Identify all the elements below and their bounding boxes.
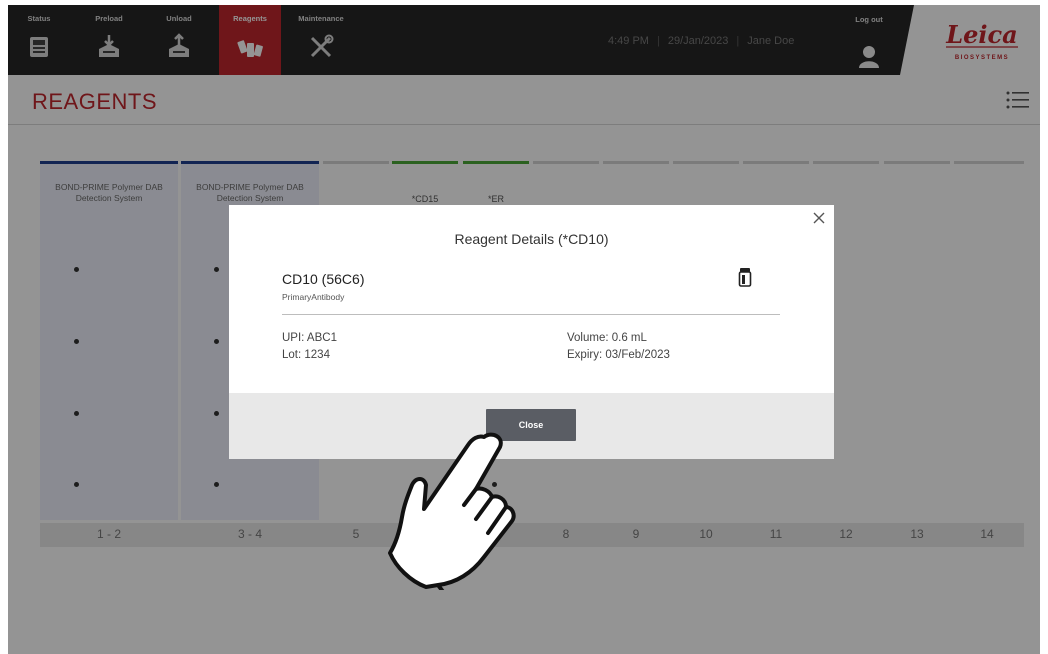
pointing-hand-icon xyxy=(388,432,516,590)
reagent-type: PrimaryAntibody xyxy=(282,292,345,302)
app-window: Status Preload Unload Reagents Maintenan… xyxy=(8,5,1040,654)
reagent-lot: Lot: 1234 xyxy=(282,349,330,361)
close-x-icon[interactable] xyxy=(812,211,826,225)
reagent-bottle-icon xyxy=(738,268,752,287)
reagent-upi: UPI: ABC1 xyxy=(282,332,337,344)
reagent-volume: Volume: 0.6 mL xyxy=(567,332,647,344)
dialog-title: Reagent Details (*CD10) xyxy=(454,231,609,247)
reagent-name: CD10 (56C6) xyxy=(282,271,365,287)
reagent-details-dialog: Reagent Details (*CD10) CD10 (56C6) Prim… xyxy=(229,205,834,459)
divider xyxy=(282,314,780,315)
reagent-expiry: Expiry: 03/Feb/2023 xyxy=(567,349,670,361)
dialog-footer: Close xyxy=(229,393,834,459)
